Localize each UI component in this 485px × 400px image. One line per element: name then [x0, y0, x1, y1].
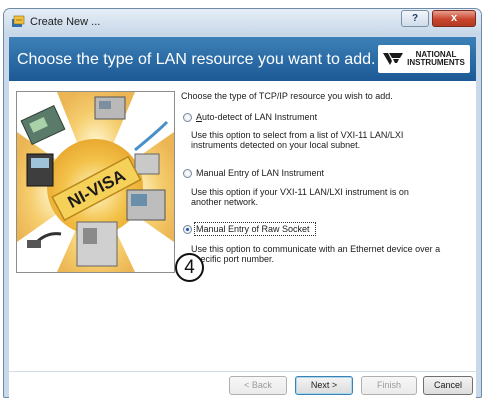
radio-raw-socket[interactable] — [183, 225, 192, 234]
description-manual-lan: Use this option if your VXI-11 LAN/LXI i… — [191, 187, 409, 207]
intro-text: Choose the type of TCP/IP resource you w… — [181, 91, 393, 101]
wizard-content: NI-VISA Choose the type of TCP/IP resour… — [9, 81, 476, 371]
next-button[interactable]: Next > — [295, 376, 353, 395]
description-raw-socket: Use this option to communicate with an E… — [191, 244, 441, 264]
ni-visa-artwork: NI-VISA — [17, 92, 174, 272]
back-button[interactable]: < Back — [229, 376, 287, 395]
button-bar: < Back Next > Finish Cancel — [9, 371, 476, 398]
radio-label-manual-lan[interactable]: Manual Entry of LAN Instrument — [196, 168, 324, 178]
window-title: Create New ... — [30, 16, 101, 28]
cancel-button[interactable]: Cancel — [423, 376, 473, 395]
dialog-window: Create New ... ? x Choose the type of LA… — [3, 8, 482, 398]
radio-label-raw-socket[interactable]: Manual Entry of Raw Socket — [196, 224, 310, 234]
wizard-header-title: Choose the type of LAN resource you want… — [17, 51, 376, 68]
ni-logo: NATIONAL INSTRUMENTS — [378, 45, 470, 73]
radio-label-auto-detect[interactable]: Auto-detect of LAN Instrument — [196, 112, 317, 122]
close-button[interactable]: x — [432, 10, 476, 27]
step-number-callout: 4 — [175, 253, 204, 282]
description-auto-detect: Use this option to select from a list of… — [191, 130, 404, 150]
radio-manual-lan[interactable] — [183, 169, 192, 178]
radio-auto-detect[interactable] — [183, 113, 192, 122]
logo-text-line2: INSTRUMENTS — [407, 58, 465, 67]
finish-button[interactable]: Finish — [361, 376, 417, 395]
logo-text: NATIONAL INSTRUMENTS — [406, 51, 466, 67]
top-strip — [0, 0, 485, 8]
wizard-header: Choose the type of LAN resource you want… — [9, 37, 476, 81]
ni-visa-illustration: NI-VISA — [16, 91, 175, 273]
title-bar[interactable]: Create New ... ? x — [4, 9, 481, 35]
eagle-logo-icon — [383, 53, 403, 65]
help-button[interactable]: ? — [401, 10, 429, 27]
app-icon — [12, 15, 25, 27]
